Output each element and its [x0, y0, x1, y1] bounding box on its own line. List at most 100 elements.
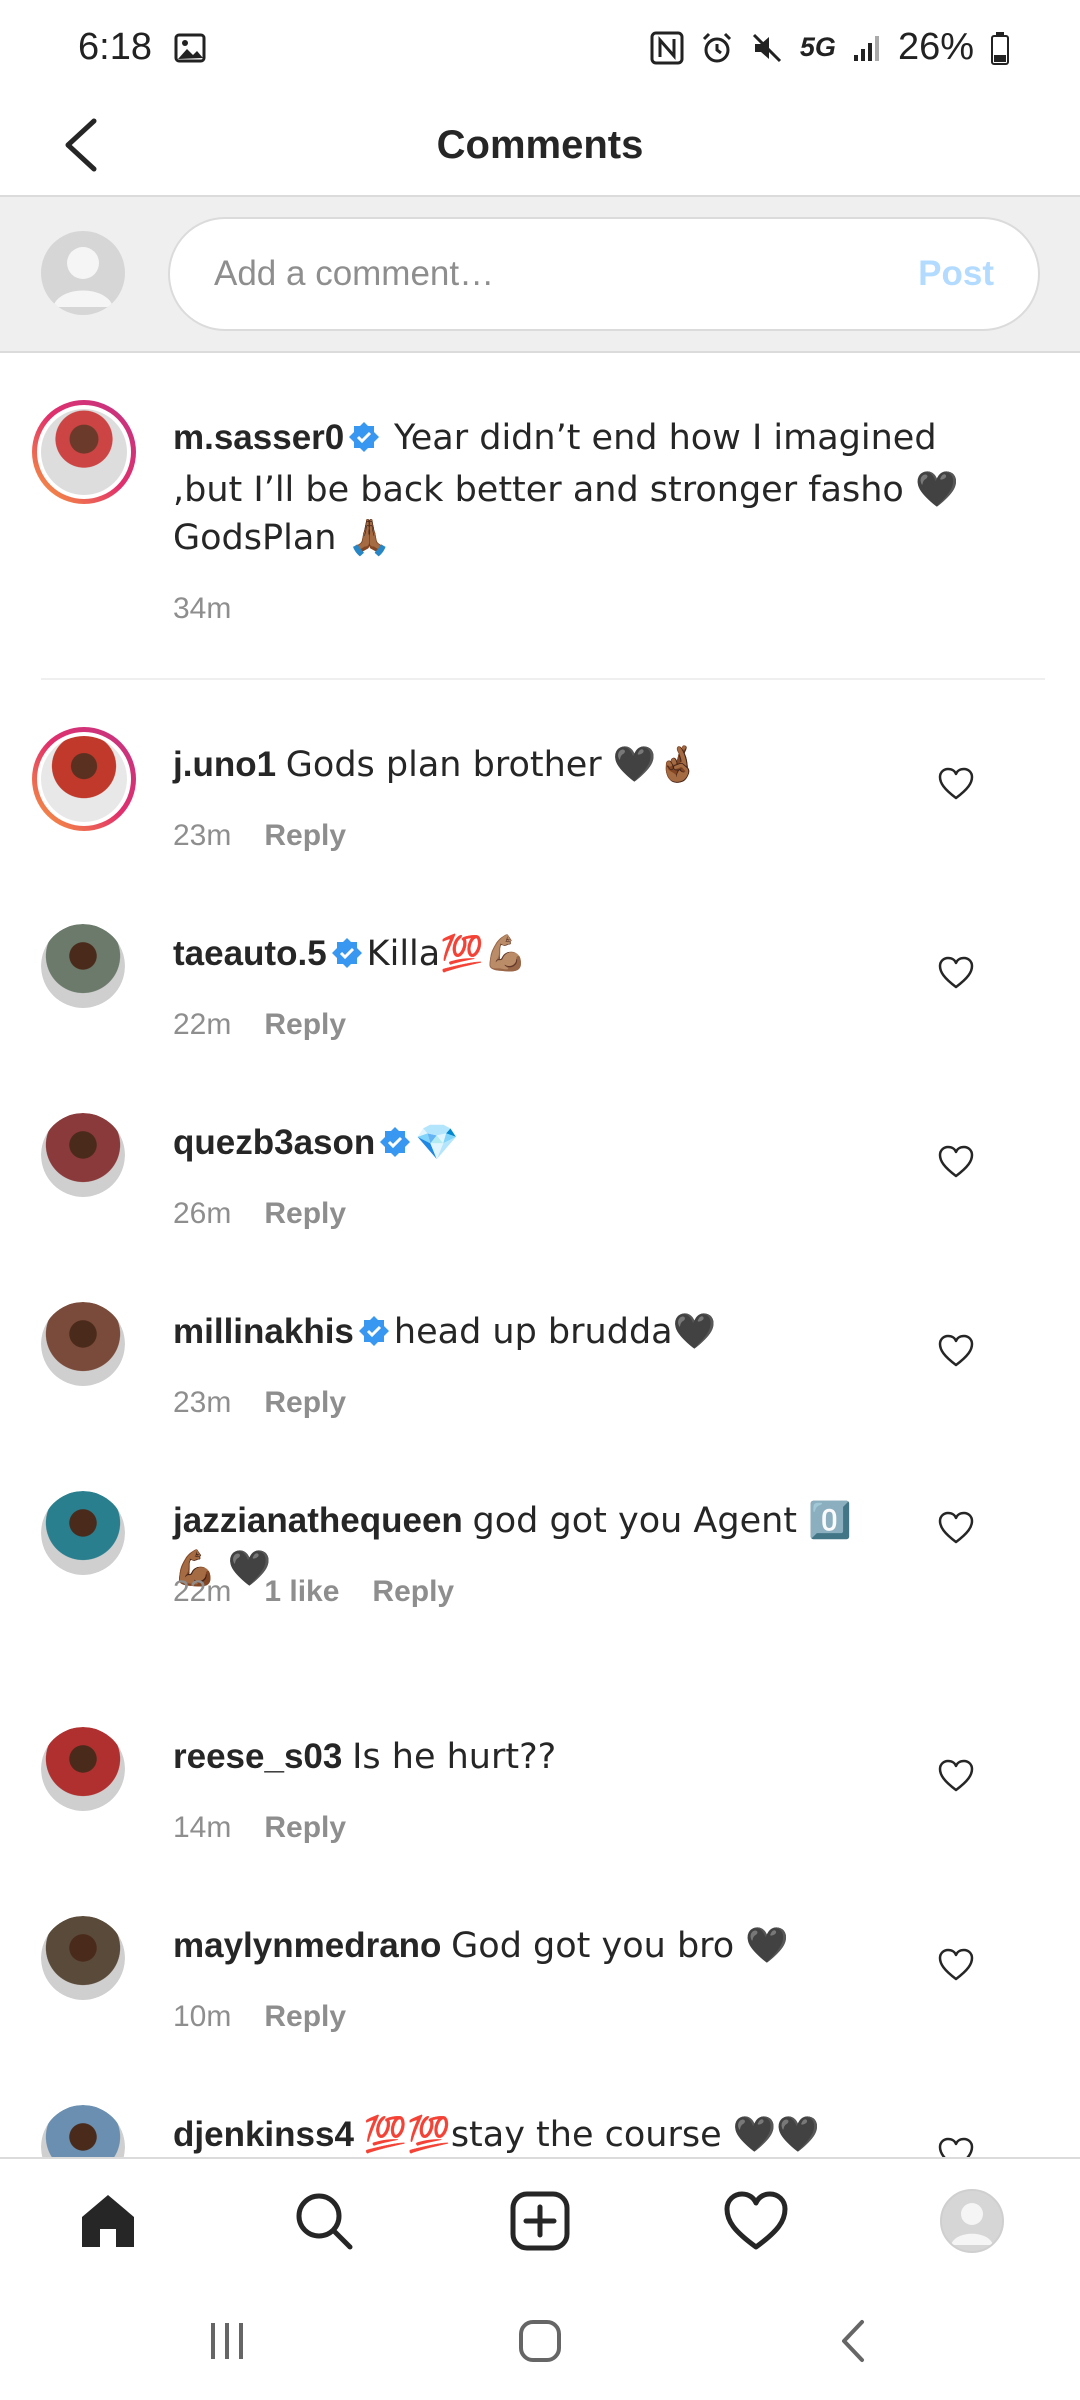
heart-outline-icon	[938, 1145, 974, 1183]
comment-body: maylynmedrano God got you bro 🖤	[173, 1922, 903, 1970]
new-post-icon	[510, 2191, 570, 2250]
activity-heart-icon	[724, 2191, 788, 2249]
comment-text: God got you bro 🖤	[451, 1926, 789, 1966]
status-right: 5G 26%	[650, 26, 1010, 69]
comment-username[interactable]: millinakhis	[173, 1312, 354, 1351]
like-button[interactable]	[938, 956, 974, 990]
like-button[interactable]	[938, 767, 974, 801]
comment-timestamp: 14m	[173, 1811, 232, 1844]
comment-input[interactable]	[214, 254, 854, 294]
current-user-avatar	[41, 231, 125, 315]
like-button[interactable]	[938, 1334, 974, 1368]
home-system-button[interactable]	[500, 2301, 580, 2381]
comment-meta: 23m Reply	[173, 1386, 346, 1420]
status-bar: 6:18 5G 26%	[0, 0, 1080, 95]
comment-username[interactable]: jazzianathequeen	[173, 1501, 463, 1540]
bottom-navigation	[0, 2157, 1080, 2282]
comment-text: Killa💯💪🏽	[366, 934, 528, 974]
comment-input-box: Post	[168, 217, 1040, 331]
comment-timestamp: 23m	[173, 1386, 232, 1419]
nav-search[interactable]	[284, 2181, 364, 2261]
comment-username[interactable]: maylynmedrano	[173, 1926, 441, 1965]
comment-text: 💯💯stay the course 🖤🖤	[363, 2115, 820, 2155]
comment-body: djenkinss4 💯💯stay the course 🖤🖤	[173, 2111, 903, 2159]
comment-timestamp: 23m	[173, 819, 232, 852]
comment-text: Is he hurt??	[352, 1737, 557, 1777]
system-navigation	[0, 2282, 1080, 2400]
comment-likes[interactable]: 1 like	[264, 1575, 339, 1609]
caption-avatar[interactable]	[32, 400, 136, 504]
nfc-icon	[650, 31, 684, 65]
reply-button[interactable]: Reply	[264, 819, 346, 853]
heart-outline-icon	[938, 1948, 974, 1986]
recent-apps-button[interactable]	[187, 2301, 267, 2381]
avatar-image	[41, 1727, 125, 1811]
alarm-icon	[700, 31, 734, 65]
heart-outline-icon	[938, 956, 974, 994]
heart-outline-icon	[938, 767, 974, 805]
network-type: 5G	[799, 32, 836, 62]
page-title: Comments	[436, 122, 644, 167]
avatar-image	[41, 1491, 125, 1575]
like-button[interactable]	[938, 1145, 974, 1179]
header: Comments	[0, 95, 1080, 195]
gallery-notification-icon	[174, 33, 206, 63]
reply-button[interactable]: Reply	[264, 1386, 346, 1420]
heart-outline-icon	[938, 1759, 974, 1797]
comment-body: millinakhis head up brudda🖤	[173, 1308, 903, 1360]
caption-timestamp: 34m	[173, 592, 232, 625]
comment-body: quezb3ason 💎	[173, 1119, 903, 1171]
mute-icon	[750, 31, 784, 65]
reply-button[interactable]: Reply	[264, 1811, 346, 1845]
verified-badge-icon	[331, 934, 363, 982]
comment-meta: 22m 1 like Reply	[173, 1575, 454, 1609]
battery-percent: 26%	[897, 26, 974, 68]
like-button[interactable]	[938, 1948, 974, 1982]
comment-avatar[interactable]	[32, 727, 136, 831]
back-button[interactable]	[50, 109, 110, 181]
nav-home[interactable]	[68, 2181, 148, 2261]
comment-username[interactable]: reese_s03	[173, 1737, 342, 1776]
battery-icon	[990, 31, 1010, 65]
reply-button[interactable]: Reply	[264, 1197, 346, 1231]
avatar-image	[41, 736, 127, 822]
post-button[interactable]: Post	[918, 254, 994, 294]
caption-username[interactable]: m.sasser0	[173, 418, 344, 457]
comment-username[interactable]: taeauto.5	[173, 934, 327, 973]
comment-username[interactable]: j.uno1	[173, 745, 276, 784]
nav-profile[interactable]	[932, 2181, 1012, 2261]
like-button[interactable]	[938, 1511, 974, 1545]
home-icon	[82, 2194, 134, 2247]
caption-body: m.sasser0 Year didn’t end how I imagined…	[173, 414, 993, 562]
comment-avatar[interactable]	[41, 1491, 125, 1575]
comment-timestamp: 10m	[173, 2000, 232, 2033]
comment-avatar[interactable]	[41, 1916, 125, 2000]
comment-username[interactable]: djenkinss4	[173, 2115, 354, 2154]
avatar-image	[41, 1302, 125, 1386]
nav-activity[interactable]	[716, 2181, 796, 2261]
comment-timestamp: 26m	[173, 1197, 232, 1230]
comment-avatar[interactable]	[41, 1727, 125, 1811]
search-icon	[296, 2193, 353, 2249]
comment-timestamp: 22m	[173, 1575, 232, 1608]
default-avatar-icon	[53, 247, 113, 307]
back-system-button[interactable]	[813, 2301, 893, 2381]
comment-username[interactable]: quezb3ason	[173, 1123, 375, 1162]
clock: 6:18	[78, 26, 152, 68]
verified-badge-icon	[358, 1312, 390, 1360]
comment-text: head up brudda🖤	[393, 1312, 717, 1352]
like-button[interactable]	[938, 1759, 974, 1793]
comment-avatar[interactable]	[41, 1113, 125, 1197]
nav-new-post[interactable]	[500, 2181, 580, 2261]
avatar-image	[41, 1916, 125, 2000]
comment-avatar[interactable]	[41, 1302, 125, 1386]
reply-button[interactable]: Reply	[264, 1008, 346, 1042]
chevron-left-icon	[65, 118, 97, 172]
comment-avatar[interactable]	[41, 924, 125, 1008]
reply-button[interactable]: Reply	[372, 1575, 454, 1609]
comment-meta: 23m Reply	[173, 819, 346, 853]
profile-avatar	[940, 2188, 1004, 2253]
home-button-icon	[518, 2320, 561, 2362]
reply-button[interactable]: Reply	[264, 2000, 346, 2034]
recent-apps-icon	[210, 2323, 243, 2359]
